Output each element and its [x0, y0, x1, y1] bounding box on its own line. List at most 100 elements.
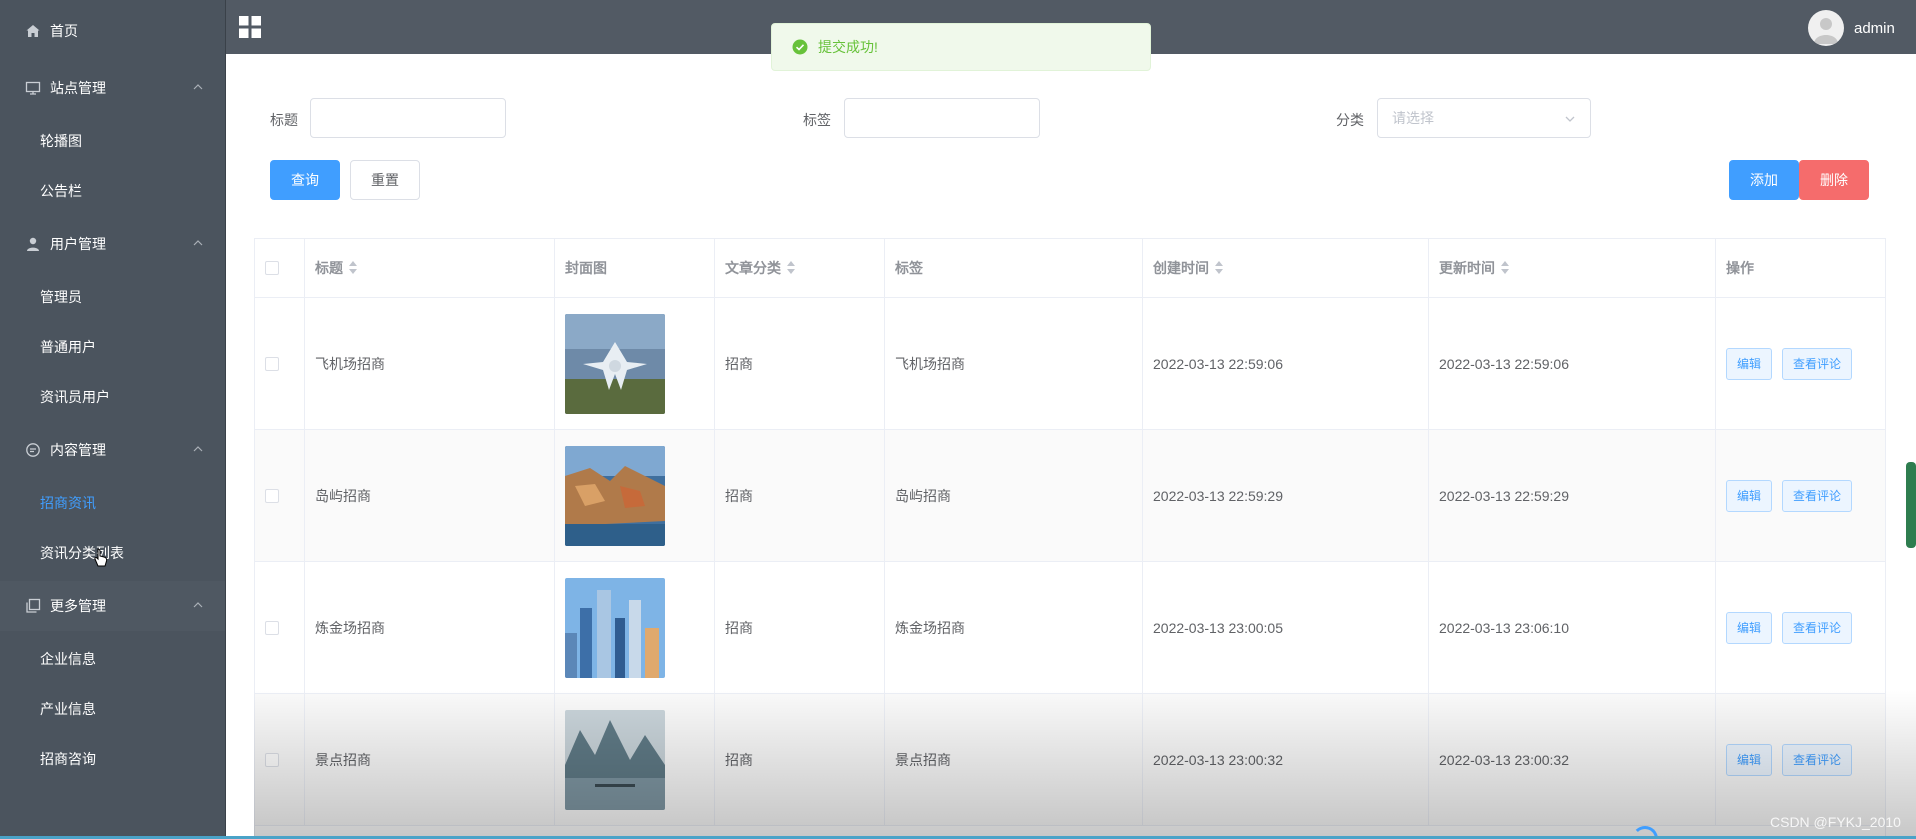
title-cell: 飞机场招商 [305, 298, 555, 429]
sidebar-item-admins[interactable]: 管理员 [0, 272, 225, 322]
sidebar-item-info-users[interactable]: 资讯员用户 [0, 372, 225, 422]
created-time-cell: 2022-03-13 22:59:06 [1143, 298, 1429, 429]
table-header-row: 标题 封面图 文章分类 标签 创建时间 更新时间 操作 [255, 239, 1885, 298]
tag-cell: 景点招商 [885, 694, 1143, 825]
column-label: 封面图 [565, 260, 607, 276]
cover-image-scenic[interactable] [565, 709, 665, 810]
column-label: 标签 [895, 260, 923, 276]
cover-cell [555, 298, 715, 429]
page-scrollbar[interactable] [1906, 462, 1916, 548]
category-filter-label: 分类 [1336, 112, 1364, 128]
chevron-up-icon [192, 599, 204, 611]
cover-image-island[interactable] [565, 445, 665, 546]
chevron-up-icon [192, 443, 204, 455]
select-all-cell [255, 239, 305, 297]
hand-cursor-icon [94, 548, 108, 567]
table-row: 炼金场招商 招商 炼金场招商 2022-03-13 23:00:05 2022-… [255, 562, 1885, 694]
sort-icon[interactable] [787, 261, 795, 275]
grid-menu-icon[interactable] [239, 16, 261, 38]
chevron-up-icon [192, 81, 204, 93]
row-select-cell [255, 430, 305, 561]
sidebar-group-label: 更多管理 [50, 598, 106, 614]
column-header-title[interactable]: 标题 [305, 239, 555, 297]
updated-time-cell: 2022-03-13 23:06:10 [1429, 562, 1716, 693]
sidebar-item-notice[interactable]: 公告栏 [0, 166, 225, 216]
sidebar-item-label: 首页 [50, 23, 78, 39]
tag-cell: 飞机场招商 [885, 298, 1143, 429]
select-all-checkbox[interactable] [265, 261, 279, 275]
column-header-created[interactable]: 创建时间 [1143, 239, 1429, 297]
cover-cell [555, 562, 715, 693]
sidebar-item-news-categories[interactable]: 资讯分类列表 [0, 528, 225, 578]
sidebar-group-label: 内容管理 [50, 442, 106, 458]
created-time-cell: 2022-03-13 23:00:32 [1143, 694, 1429, 825]
category-cell: 招商 [715, 562, 885, 693]
row-checkbox[interactable] [265, 488, 279, 503]
table-row: 景点招商 招商 景点招商 2022-03-13 23:00:32 2022-03… [255, 694, 1885, 826]
sidebar-item-investment-news[interactable]: 招商资讯 [0, 478, 225, 528]
title-cell: 岛屿招商 [305, 430, 555, 561]
sort-icon[interactable] [1215, 261, 1223, 275]
username[interactable]: admin [1854, 20, 1895, 37]
row-checkbox[interactable] [265, 620, 279, 635]
sidebar-item-normal-users[interactable]: 普通用户 [0, 322, 225, 372]
actions-cell: 编辑 查看评论 [1716, 430, 1885, 561]
sidebar-item-label: 资讯员用户 [40, 389, 110, 405]
actions-cell: 编辑 查看评论 [1716, 562, 1885, 693]
edit-button[interactable]: 编辑 [1726, 611, 1773, 644]
sidebar-group-content[interactable]: 内容管理 [0, 425, 225, 475]
edit-button[interactable]: 编辑 [1726, 479, 1773, 512]
title-cell: 景点招商 [305, 694, 555, 825]
title-search-input[interactable] [310, 98, 506, 138]
category-select[interactable]: 请选择 [1377, 98, 1591, 138]
sort-icon[interactable] [1501, 261, 1509, 275]
table-row: 岛屿招商 招商 岛屿招商 2022-03-13 22:59:29 2022-03… [255, 430, 1885, 562]
sidebar-group-more[interactable]: 更多管理 [0, 581, 225, 631]
column-label: 操作 [1726, 260, 1754, 276]
edit-button[interactable]: 编辑 [1726, 347, 1773, 380]
sidebar-item-enterprise-info[interactable]: 企业信息 [0, 634, 225, 684]
cover-image-city[interactable] [565, 577, 665, 678]
sidebar-group-users[interactable]: 用户管理 [0, 219, 225, 269]
sidebar-item-label: 招商咨询 [40, 751, 96, 767]
edit-button[interactable]: 编辑 [1726, 743, 1773, 776]
sidebar-item-home[interactable]: 首页 [0, 6, 225, 56]
cover-cell [555, 430, 715, 561]
sort-icon[interactable] [349, 261, 357, 275]
view-comments-button[interactable]: 查看评论 [1782, 611, 1853, 644]
sidebar-item-industry-info[interactable]: 产业信息 [0, 684, 225, 734]
category-cell: 招商 [715, 694, 885, 825]
row-checkbox[interactable] [265, 356, 279, 371]
sidebar-item-carousel[interactable]: 轮播图 [0, 116, 225, 166]
category-select-placeholder: 请选择 [1392, 110, 1434, 126]
sidebar-item-label: 资讯分类列表 [40, 545, 124, 561]
user-icon [24, 235, 42, 253]
cover-image-airport[interactable] [565, 313, 665, 414]
chevron-down-icon [1565, 116, 1575, 122]
sidebar-item-label: 管理员 [40, 289, 82, 305]
column-label: 更新时间 [1439, 260, 1495, 276]
tag-search-input[interactable] [844, 98, 1040, 138]
sidebar-group-site[interactable]: 站点管理 [0, 63, 225, 113]
category-cell: 招商 [715, 298, 885, 429]
monitor-icon [24, 79, 42, 97]
delete-button[interactable]: 删除 [1799, 160, 1869, 200]
avatar[interactable] [1808, 10, 1844, 46]
view-comments-button[interactable]: 查看评论 [1782, 347, 1853, 380]
check-circle-icon [792, 39, 808, 55]
column-header-updated[interactable]: 更新时间 [1429, 239, 1716, 297]
query-button[interactable]: 查询 [270, 160, 340, 200]
view-comments-button[interactable]: 查看评论 [1782, 479, 1853, 512]
tag-cell: 炼金场招商 [885, 562, 1143, 693]
sidebar-item-investment-consult[interactable]: 招商咨询 [0, 734, 225, 784]
column-header-actions: 操作 [1716, 239, 1885, 297]
column-label: 创建时间 [1153, 260, 1209, 276]
column-header-tag: 标签 [885, 239, 1143, 297]
view-comments-button[interactable]: 查看评论 [1782, 743, 1853, 776]
chevron-up-icon [192, 237, 204, 249]
add-button[interactable]: 添加 [1729, 160, 1799, 200]
reset-button[interactable]: 重置 [350, 160, 420, 200]
column-header-category[interactable]: 文章分类 [715, 239, 885, 297]
title-filter-label: 标题 [270, 112, 298, 128]
row-checkbox[interactable] [265, 752, 279, 767]
